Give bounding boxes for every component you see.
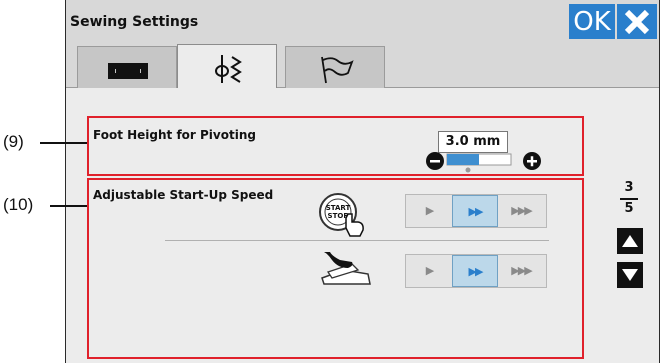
speed-fast-button[interactable]: ▶▶▶ bbox=[498, 255, 544, 287]
speed-slow-button[interactable]: ▶ bbox=[406, 255, 452, 287]
start-stop-speed-selector: ▶ ▶▶ ▶▶▶ bbox=[405, 194, 547, 228]
foot-control-speed-selector: ▶ ▶▶ ▶▶▶ bbox=[405, 254, 547, 288]
startup-speed-label: Adjustable Start-Up Speed bbox=[93, 188, 274, 202]
tab-language[interactable] bbox=[285, 46, 385, 88]
triangle-up-icon bbox=[622, 235, 638, 247]
slider-marker bbox=[465, 167, 471, 173]
foot-height-slider[interactable] bbox=[425, 149, 551, 175]
row-divider bbox=[165, 240, 549, 241]
speed-slow-button[interactable]: ▶ bbox=[406, 195, 452, 227]
start-stop-button-icon: START STOP bbox=[319, 193, 364, 237]
tab-stitch-settings[interactable] bbox=[177, 44, 277, 88]
flag-icon bbox=[321, 56, 354, 84]
foot-height-label: Foot Height for Pivoting bbox=[93, 128, 256, 142]
page-total: 5 bbox=[624, 201, 634, 216]
callout-10: (10) bbox=[3, 195, 34, 214]
triangle-down-icon bbox=[622, 269, 638, 281]
page-up-button[interactable] bbox=[617, 228, 643, 254]
close-icon bbox=[624, 9, 650, 35]
foot-control-icon bbox=[321, 252, 371, 285]
close-button[interactable] bbox=[617, 4, 657, 40]
stitch-icon bbox=[215, 55, 242, 83]
speed-medium-button[interactable]: ▶▶ bbox=[452, 255, 498, 287]
sewing-machine-icon bbox=[108, 63, 148, 79]
page-title: Sewing Settings bbox=[70, 14, 199, 30]
slider-fill bbox=[447, 154, 479, 165]
page-current: 3 bbox=[624, 180, 634, 195]
tab-sewing-machine[interactable] bbox=[77, 46, 177, 88]
page-fraction-line bbox=[620, 198, 638, 200]
callout-9: (9) bbox=[3, 132, 24, 151]
page-down-button[interactable] bbox=[617, 262, 643, 288]
speed-medium-button[interactable]: ▶▶ bbox=[452, 195, 498, 227]
ok-button[interactable]: OK bbox=[569, 4, 615, 40]
svg-text:START: START bbox=[326, 204, 351, 212]
callout-10-leader bbox=[50, 205, 87, 207]
callout-9-leader bbox=[40, 142, 87, 144]
speed-fast-button[interactable]: ▶▶▶ bbox=[498, 195, 544, 227]
